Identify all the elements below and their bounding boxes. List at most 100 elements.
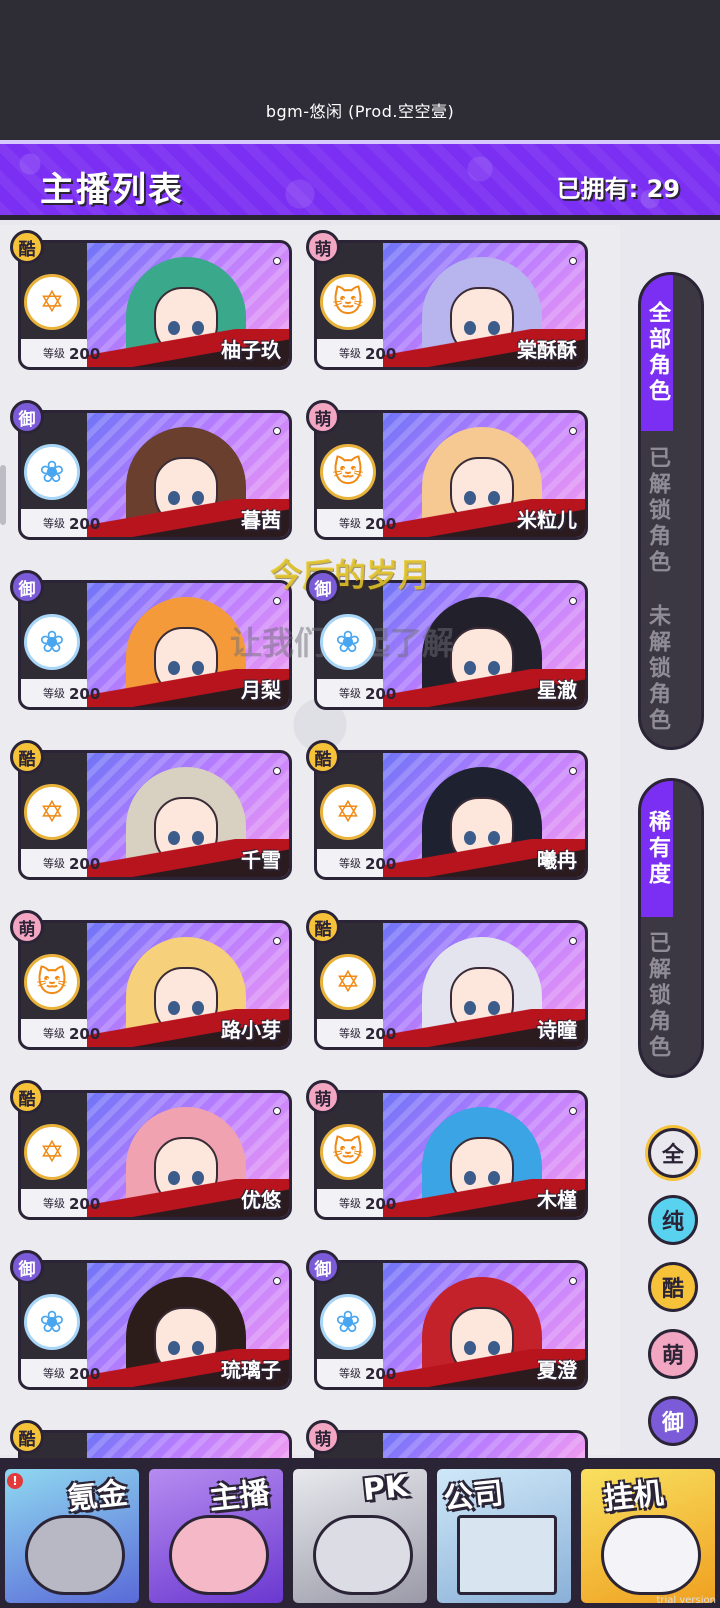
status-dot xyxy=(273,1107,281,1115)
level-value: 200 xyxy=(69,685,101,703)
level-value: 200 xyxy=(365,685,397,703)
star-icon: ✡ xyxy=(320,784,376,840)
level-label: 等级 xyxy=(339,1197,361,1210)
nav-company[interactable]: 公司 xyxy=(434,1466,574,1606)
type-badge: 萌 xyxy=(306,400,340,434)
monsters-icon xyxy=(313,1515,413,1595)
streamer-name: 琉璃子 xyxy=(221,1358,281,1382)
rose-icon: ❀ xyxy=(320,614,376,670)
nav-label-recharge: 氪金 xyxy=(65,1475,130,1518)
filter-rarity-unlocked[interactable]: 已解锁角色 xyxy=(641,917,673,1075)
status-dot xyxy=(273,597,281,605)
streamer-card-partial[interactable]: 酷 xyxy=(10,1420,292,1470)
type-filter-royal[interactable]: 御 xyxy=(648,1396,698,1446)
level-label: 等级 xyxy=(43,347,65,360)
nav-recharge[interactable]: ! 氪金 xyxy=(2,1466,142,1606)
page-title: 主播列表 xyxy=(40,170,184,210)
rose-icon: ❀ xyxy=(24,1294,80,1350)
star-icon: ✡ xyxy=(320,954,376,1010)
level-label: 等级 xyxy=(43,687,65,700)
level-label: 等级 xyxy=(339,347,361,360)
status-dot xyxy=(273,767,281,775)
filter-all-roles[interactable]: 全部角色 xyxy=(641,275,673,431)
streamer-name: 木槿 xyxy=(537,1188,577,1212)
type-badge: 御 xyxy=(10,400,44,434)
filter-rarity[interactable]: 稀有度 xyxy=(641,781,673,917)
status-dot xyxy=(273,1277,281,1285)
level-value: 200 xyxy=(69,1025,101,1043)
nav-label-company: 公司 xyxy=(441,1475,506,1518)
level-label: 等级 xyxy=(339,687,361,700)
streamer-name: 优悠 xyxy=(241,1188,281,1212)
nav-label-pk: PK xyxy=(361,1468,410,1509)
cat-icon: 🐱 xyxy=(24,954,80,1010)
nav-streamer[interactable]: 主播 xyxy=(146,1466,286,1606)
trial-watermark: trial version xyxy=(656,1595,716,1606)
level-value: 200 xyxy=(365,855,397,873)
type-badge: 御 xyxy=(10,570,44,604)
type-filter-pure[interactable]: 纯 xyxy=(648,1195,698,1245)
level-label: 等级 xyxy=(339,857,361,870)
streamer-card[interactable]: 等级 200 诗瞳 酷 ✡ xyxy=(306,910,588,1050)
streamer-card[interactable]: 等级 200 棠酥酥 萌 🐱 xyxy=(306,230,588,370)
type-filter-cute[interactable]: 萌 xyxy=(648,1329,698,1379)
type-badge: 萌 xyxy=(306,1420,340,1454)
filter-locked-roles[interactable]: 未解锁角色 xyxy=(641,591,673,747)
streamer-card[interactable]: 等级 200 柚子玖 酷 ✡ xyxy=(10,230,292,370)
streamer-card[interactable]: 等级 200 暮茜 御 ❀ xyxy=(10,400,292,540)
status-dot xyxy=(273,427,281,435)
type-filter-all[interactable]: 全 xyxy=(648,1128,698,1178)
level-label: 等级 xyxy=(43,857,65,870)
level-label: 等级 xyxy=(43,517,65,530)
rose-icon: ❀ xyxy=(24,614,80,670)
nav-pk[interactable]: PK xyxy=(290,1466,430,1606)
coins-icon xyxy=(25,1515,125,1595)
type-badge: 御 xyxy=(10,1250,44,1284)
level-value: 200 xyxy=(69,1195,101,1213)
type-badge: 酷 xyxy=(10,740,44,774)
status-dot xyxy=(273,257,281,265)
streamer-card[interactable]: 等级 200 夏澄 御 ❀ xyxy=(306,1250,588,1390)
streamer-name: 夏澄 xyxy=(537,1358,577,1382)
nav-idle[interactable]: 挂机 xyxy=(578,1466,718,1606)
streamer-card[interactable]: 等级 200 米粒儿 萌 🐱 xyxy=(306,400,588,540)
level-value: 200 xyxy=(69,1365,101,1383)
streamer-card[interactable]: 等级 200 曦冉 酷 ✡ xyxy=(306,740,588,880)
streamer-card[interactable]: 等级 200 千雪 酷 ✡ xyxy=(10,740,292,880)
nav-label-idle: 挂机 xyxy=(601,1475,666,1518)
level-value: 200 xyxy=(69,345,101,363)
level-value: 200 xyxy=(365,1365,397,1383)
status-dot xyxy=(273,937,281,945)
level-label: 等级 xyxy=(339,517,361,530)
streamer-name: 曦冉 xyxy=(537,848,577,872)
streamer-name: 千雪 xyxy=(241,848,281,872)
level-value: 200 xyxy=(365,1025,397,1043)
rose-icon: ❀ xyxy=(320,1294,376,1350)
level-label: 等级 xyxy=(339,1367,361,1380)
type-badge: 萌 xyxy=(306,230,340,264)
level-value: 200 xyxy=(365,515,397,533)
filter-unlocked-roles[interactable]: 已解锁角色 xyxy=(641,431,673,591)
status-dot xyxy=(569,597,577,605)
header: 主播列表 已拥有: 29 xyxy=(0,140,720,220)
streamer-name: 暮茜 xyxy=(241,508,281,532)
level-label: 等级 xyxy=(43,1367,65,1380)
streamer-name: 星澈 xyxy=(537,678,577,702)
status-dot xyxy=(569,1277,577,1285)
streamer-list[interactable]: 等级 200 柚子玖 酷 ✡ 等级 200 棠酥酥 萌 🐱 等级 200 暮茜 … xyxy=(0,225,620,1470)
bgm-title: bgm-悠闲 (Prod.空空壹) xyxy=(265,102,455,121)
streamer-card[interactable]: 等级 200 琉璃子 御 ❀ xyxy=(10,1250,292,1390)
streamer-name: 月梨 xyxy=(241,678,281,702)
streamer-card[interactable]: 等级 200 优悠 酷 ✡ xyxy=(10,1080,292,1220)
type-badge: 御 xyxy=(306,570,340,604)
streamer-card-partial[interactable]: 萌 xyxy=(306,1420,588,1470)
type-filter-cool[interactable]: 酷 xyxy=(648,1262,698,1312)
piggy-bank-icon xyxy=(601,1515,701,1595)
type-badge: 萌 xyxy=(10,910,44,944)
streamer-card[interactable]: 等级 200 路小芽 萌 🐱 xyxy=(10,910,292,1050)
building-icon xyxy=(457,1515,557,1595)
streamer-card[interactable]: 等级 200 木槿 萌 🐱 xyxy=(306,1080,588,1220)
type-badge: 酷 xyxy=(10,1420,44,1454)
type-badge: 酷 xyxy=(10,1080,44,1114)
level-label: 等级 xyxy=(339,1027,361,1040)
